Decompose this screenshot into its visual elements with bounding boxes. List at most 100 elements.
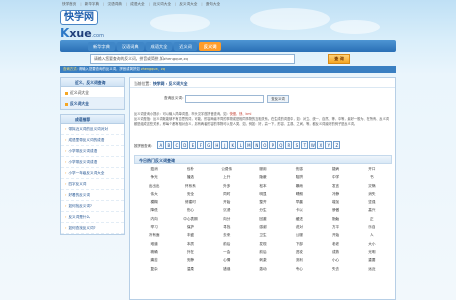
pinyin-letter-x[interactable]: X bbox=[317, 141, 325, 149]
antonym-word-link[interactable]: 播选 bbox=[172, 173, 208, 181]
antonym-word-link[interactable]: 怀系系 bbox=[172, 182, 208, 190]
antonym-word-link[interactable]: 增加 bbox=[317, 198, 353, 206]
antonym-word-link[interactable]: 前后 bbox=[209, 240, 245, 248]
sidebar-link[interactable]: › 如何查找反义词? bbox=[61, 223, 124, 234]
pinyin-letter-p[interactable]: P bbox=[269, 141, 277, 149]
pinyin-letter-f[interactable]: F bbox=[197, 141, 205, 149]
antonym-word-link[interactable]: 方平 bbox=[317, 223, 353, 231]
nav-item-idioms[interactable]: 成语大全 bbox=[145, 41, 173, 51]
sidebar-link[interactable]: › 成语里带反义词的成语 bbox=[61, 135, 124, 146]
pinyin-letter-r[interactable]: R bbox=[285, 141, 293, 149]
antonym-word-link[interactable]: 流利 bbox=[281, 256, 317, 264]
top-link[interactable]: 快学首页 bbox=[62, 2, 76, 6]
antonym-word-link[interactable]: 正 bbox=[354, 215, 390, 223]
pinyin-letter-s[interactable]: S bbox=[293, 141, 301, 149]
search-button[interactable]: 查 询 bbox=[328, 54, 350, 64]
antonym-word-link[interactable]: 感谢 bbox=[245, 223, 281, 231]
antonym-word-link[interactable]: 出出出 bbox=[136, 182, 172, 190]
antonym-word-link[interactable]: 晴朗 bbox=[281, 190, 317, 198]
antonym-word-link[interactable]: 老老 bbox=[317, 240, 353, 248]
sidebar-link[interactable]: › 如何找反义词? bbox=[61, 201, 124, 212]
pinyin-letter-y[interactable]: Y bbox=[325, 141, 333, 149]
antonym-word-link[interactable]: 激动 bbox=[245, 265, 281, 273]
antonym-word-link[interactable]: 疑病 bbox=[317, 165, 353, 173]
antonym-word-link[interactable]: 下部 bbox=[281, 240, 317, 248]
nav-item-word-dictionary[interactable]: 汉语词典 bbox=[116, 41, 144, 51]
antonym-word-link[interactable]: 明显 bbox=[245, 190, 281, 198]
antonym-word-link[interactable]: 难道 bbox=[136, 240, 172, 248]
top-link[interactable]: 反义词大全 bbox=[179, 2, 197, 6]
antonym-word-link[interactable]: 高兴 bbox=[354, 206, 390, 214]
pinyin-letter-n[interactable]: N bbox=[253, 141, 261, 149]
antonym-word-link[interactable]: 复杂 bbox=[136, 265, 172, 273]
antonym-word-link[interactable]: 坚强 bbox=[354, 198, 390, 206]
pinyin-letter-z[interactable]: Z bbox=[333, 141, 341, 149]
top-link[interactable]: 近义词大全 bbox=[153, 2, 171, 6]
antonym-word-link[interactable]: 内向 bbox=[136, 215, 172, 223]
antonym-word-link[interactable]: 中学 bbox=[317, 173, 353, 181]
antonym-word-link[interactable]: 模糊 bbox=[136, 198, 172, 206]
nav-item-antonyms[interactable]: 反义词 bbox=[198, 41, 222, 51]
antonym-word-link[interactable]: 刺激 bbox=[245, 256, 281, 264]
antonym-word-link[interactable]: 发现 bbox=[245, 240, 281, 248]
antonym-word-link[interactable]: 说对 bbox=[281, 223, 317, 231]
antonym-word-link[interactable]: 外在 bbox=[172, 248, 208, 256]
antonym-word-link[interactable]: 光明 bbox=[354, 248, 390, 256]
top-link[interactable]: 汉语词典 bbox=[108, 2, 122, 6]
antonym-word-link[interactable]: 降低 bbox=[136, 206, 172, 214]
sidebar-link[interactable]: › 小学带反义词成语 bbox=[61, 146, 124, 157]
antonym-word-link[interactable]: 举习 bbox=[136, 223, 172, 231]
antonym-word-link[interactable]: 去来 bbox=[209, 231, 245, 239]
antonym-word-link[interactable]: 痛苦 bbox=[136, 256, 172, 264]
antonym-word-link[interactable]: 公服 bbox=[281, 231, 317, 239]
antonym-word-link[interactable]: 发言 bbox=[317, 182, 353, 190]
antonym-word-link[interactable]: 保护 bbox=[172, 223, 208, 231]
antonym-word-link[interactable]: 一会 bbox=[209, 248, 245, 256]
nav-item-dictionary[interactable]: 新华字典 bbox=[88, 41, 115, 51]
pinyin-letter-o[interactable]: O bbox=[261, 141, 269, 149]
antonym-word-link[interactable]: 分生 bbox=[245, 206, 281, 214]
antonym-word-link[interactable]: 成熟 bbox=[317, 248, 353, 256]
antonym-word-link[interactable]: 骄傲 bbox=[317, 206, 353, 214]
antonym-word-link[interactable]: 中心表期 bbox=[172, 215, 208, 223]
pinyin-letter-e[interactable]: E bbox=[189, 141, 197, 149]
antonym-word-link[interactable]: 卡以 bbox=[281, 206, 317, 214]
antonym-word-link[interactable]: 丰盛 bbox=[172, 231, 208, 239]
sidebar-link[interactable]: › 带拟近义词的反义词对对 bbox=[61, 124, 124, 135]
antonym-word-link[interactable]: 书 bbox=[354, 173, 390, 181]
sidebar-link[interactable]: › 好看的反义词 bbox=[61, 190, 124, 201]
pinyin-letter-l[interactable]: L bbox=[237, 141, 245, 149]
antonym-word-link[interactable]: 精确 bbox=[136, 248, 172, 256]
nav-item-synonyms[interactable]: 近义词 bbox=[174, 41, 197, 51]
antonym-word-link[interactable]: 错误 bbox=[209, 265, 245, 273]
antonym-word-link[interactable]: 乐自 bbox=[354, 223, 390, 231]
antonym-word-link[interactable]: 缓进 bbox=[281, 215, 317, 223]
antonym-word-link[interactable]: 服用 bbox=[245, 165, 281, 173]
antonym-word-link[interactable]: 隐蔽 bbox=[245, 173, 281, 181]
antonym-word-link[interactable]: 陷阱 bbox=[281, 173, 317, 181]
pinyin-letter-t[interactable]: T bbox=[301, 141, 309, 149]
antonym-word-link[interactable]: 小心 bbox=[317, 256, 353, 264]
antonym-word-link[interactable]: 勤勉 bbox=[317, 215, 353, 223]
pinyin-letter-d[interactable]: D bbox=[181, 141, 189, 149]
sidebar-link[interactable]: › 小学一年级反义词大全 bbox=[61, 168, 124, 179]
antonym-word-link[interactable]: 向分 bbox=[209, 215, 245, 223]
antonym-word-link[interactable]: 争光 bbox=[136, 173, 172, 181]
pinyin-letter-b[interactable]: B bbox=[165, 141, 173, 149]
pinyin-letter-w[interactable]: W bbox=[309, 141, 317, 149]
antonym-word-link[interactable]: 回避 bbox=[245, 215, 281, 223]
antonym-word-link[interactable]: 人 bbox=[354, 231, 390, 239]
antonym-word-link[interactable]: 公费传 bbox=[209, 165, 245, 173]
antonym-word-link[interactable]: 重要 bbox=[354, 256, 390, 264]
antonym-word-link[interactable]: 灾祸 bbox=[354, 182, 390, 190]
search-input[interactable] bbox=[90, 54, 295, 64]
antonym-word-link[interactable]: 蕴消 bbox=[136, 165, 172, 173]
antonym-word-link[interactable]: 冷有面 bbox=[136, 231, 172, 239]
antonym-query-button[interactable]: 查反义词 bbox=[267, 95, 289, 103]
site-logo[interactable]: 快学网 Kxue.com bbox=[60, 10, 108, 40]
antonym-word-link[interactable]: 消失 bbox=[354, 190, 390, 198]
pinyin-letter-m[interactable]: M bbox=[245, 141, 253, 149]
antonym-query-input[interactable] bbox=[185, 95, 264, 103]
sidebar-link[interactable]: › 反义词是什么 bbox=[61, 212, 124, 223]
antonym-word-link[interactable]: 沉浸 bbox=[209, 206, 245, 214]
